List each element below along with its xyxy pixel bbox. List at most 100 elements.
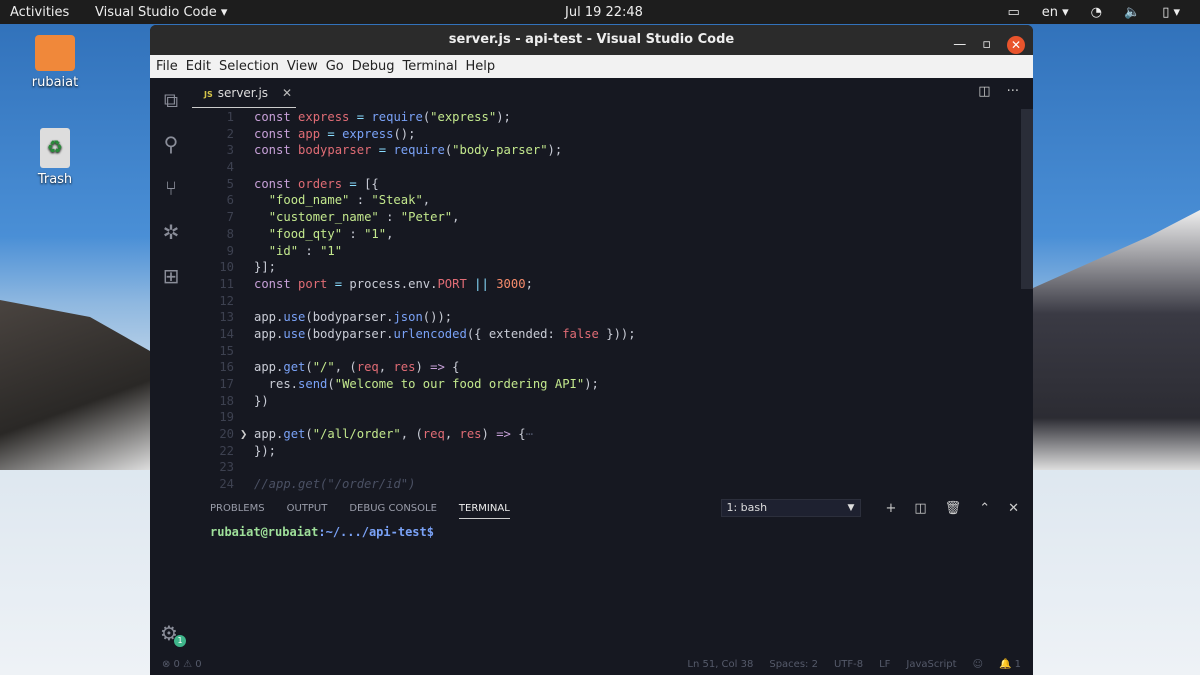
status-item[interactable]: Spaces: 2 [769, 659, 818, 670]
search-icon[interactable]: ⚲ [150, 122, 192, 166]
code-line: 6 "food_name" : "Steak", [192, 192, 1019, 209]
app-menu[interactable]: Visual Studio Code ▾ [95, 5, 227, 20]
close-button[interactable]: ✕ [1007, 36, 1025, 54]
menu-terminal[interactable]: Terminal [403, 59, 458, 74]
line-number: 14 [219, 326, 234, 341]
explorer-icon[interactable]: ⧉ [150, 78, 192, 122]
code-line: 4 [192, 159, 1019, 176]
menu-go[interactable]: Go [326, 59, 344, 74]
trash-icon: ♻ [40, 128, 70, 168]
status-item[interactable]: Ln 51, Col 38 [687, 659, 753, 670]
screen-icon[interactable]: ▭ [1007, 5, 1019, 20]
maximize-panel-icon[interactable]: ⌃ [979, 501, 990, 516]
code-line: 18}) [192, 393, 1019, 410]
code-line: 16 app.get("/", (req, res) => { [192, 359, 1019, 376]
trash-terminal-icon[interactable]: 🗑 [945, 501, 962, 516]
status-item[interactable]: UTF-8 [834, 659, 863, 670]
status-item[interactable]: LF [879, 659, 890, 670]
code-line: 15 [192, 343, 1019, 360]
code-text: "id" : "1" [268, 243, 343, 258]
status-item[interactable]: 🔔 1 [999, 659, 1021, 670]
code-line: 22}); [192, 443, 1019, 460]
code-line: 11 const port = process.env.PORT || 3000; [192, 276, 1019, 293]
wifi-icon[interactable]: ◔ [1091, 5, 1102, 20]
bottom-panel: PROBLEMS OUTPUT DEBUG CONSOLE TERMINAL 1: b… [192, 491, 1033, 653]
tab-terminal[interactable]: TERMINAL [458, 503, 510, 519]
problems-count[interactable]: ⊗ 0 ⚠ 0 [162, 659, 202, 670]
desktop-icon-label: rubaiat [31, 75, 79, 90]
close-panel-icon[interactable]: ✕ [1008, 501, 1019, 516]
extensions-icon[interactable]: ⊞ [150, 254, 192, 298]
tab-problems[interactable]: PROBLEMS [210, 503, 265, 514]
line-number: 10 [219, 260, 234, 275]
line-number: 15 [219, 343, 234, 358]
line-number: 9 [226, 243, 234, 258]
line-number: 17 [219, 377, 234, 391]
code-text: }); [254, 443, 277, 458]
terminal[interactable]: rubaiat@rubaiat:~/.../api-test$ [192, 525, 1033, 539]
clock[interactable]: Jul 19 22:48 [565, 5, 643, 20]
menu-view[interactable]: View [287, 59, 318, 74]
code-text: app.use(bodyparser.urlencoded({ extended… [254, 326, 636, 341]
desktop-icon-home[interactable]: rubaiat [20, 35, 90, 90]
code-text: const app = express(); [254, 126, 416, 141]
line-number: 12 [219, 293, 234, 308]
new-terminal-icon[interactable]: + [885, 501, 896, 516]
activities-button[interactable]: Activities [10, 5, 69, 20]
desktop-icon-trash[interactable]: ♻ Trash [20, 128, 90, 187]
code-text: app.use(bodyparser.json()); [254, 310, 453, 325]
line-number: 23 [219, 460, 234, 475]
menu-selection[interactable]: Selection [219, 59, 279, 74]
source-control-icon[interactable]: ⑂ [150, 166, 192, 210]
line-number: 22 [219, 443, 234, 458]
line-number: 16 [219, 360, 234, 375]
line-number: 5 [226, 176, 234, 191]
vscode-window: server.js - api-test - Visual Studio Cod… [150, 25, 1033, 675]
code-text: "food_qty" : "1", [268, 226, 394, 241]
gnome-top-bar: Activities Visual Studio Code ▾ Jul 19 2… [0, 0, 1200, 24]
split-editor-icon[interactable]: ◫ [978, 84, 990, 99]
code-text: //app.get("/order/id") [254, 477, 416, 491]
editor-tabs: JS server.js ✕ ◫ ··· [192, 78, 1033, 108]
tab-debug-console[interactable]: DEBUG CONSOLE [349, 503, 437, 514]
code-editor[interactable]: 1 const express = require("express"); 2 con… [192, 109, 1019, 491]
code-text: "food_name" : "Steak", [268, 193, 431, 208]
status-item[interactable]: ☺ [973, 659, 983, 670]
line-number: 3 [226, 143, 234, 158]
code-text: }) [254, 393, 269, 408]
minimize-button[interactable]: — [953, 30, 966, 60]
code-text: "customer_name" : "Peter", [268, 210, 460, 225]
tab-output[interactable]: OUTPUT [287, 503, 328, 514]
line-number: 24 [219, 477, 234, 491]
fold-chevron-icon[interactable]: ❯ [240, 426, 247, 443]
maximize-button[interactable]: ▫ [982, 30, 991, 60]
close-tab-icon[interactable]: ✕ [282, 86, 292, 100]
status-item[interactable]: JavaScript [906, 659, 956, 670]
terminal-select[interactable]: 1: bash ▼ [721, 499, 862, 517]
code-line: 23 [192, 459, 1019, 476]
line-number: 4 [226, 160, 234, 175]
volume-icon[interactable]: 🔈 [1124, 5, 1140, 20]
menu-debug[interactable]: Debug [352, 59, 395, 74]
line-number: 1 [226, 110, 234, 124]
window-titlebar[interactable]: server.js - api-test - Visual Studio Cod… [150, 25, 1033, 55]
desktop-icon-label: Trash [37, 172, 73, 187]
code-line: 5 const orders = [{ [192, 176, 1019, 193]
menu-help[interactable]: Help [465, 59, 495, 74]
more-actions-icon[interactable]: ··· [1007, 84, 1019, 99]
menu-file[interactable]: File [156, 59, 178, 74]
code-line: 13 app.use(bodyparser.json()); [192, 309, 1019, 326]
split-terminal-icon[interactable]: ◫ [914, 501, 926, 516]
code-line: 8 "food_qty" : "1", [192, 226, 1019, 243]
line-number: 11 [219, 276, 234, 291]
language-selector[interactable]: en ▾ [1042, 5, 1069, 20]
code-line: 1 const express = require("express"); [192, 109, 1019, 126]
editor-scrollbar[interactable] [1021, 109, 1033, 289]
debug-icon[interactable]: ✲ [150, 210, 192, 254]
code-line: 19 [192, 409, 1019, 426]
window-title: server.js - api-test - Visual Studio Cod… [448, 32, 735, 47]
tab-server-js[interactable]: JS server.js ✕ [192, 78, 296, 108]
line-number: 19 [219, 410, 234, 425]
battery-icon[interactable]: ▯ ▾ [1162, 5, 1180, 20]
menu-edit[interactable]: Edit [186, 59, 211, 74]
